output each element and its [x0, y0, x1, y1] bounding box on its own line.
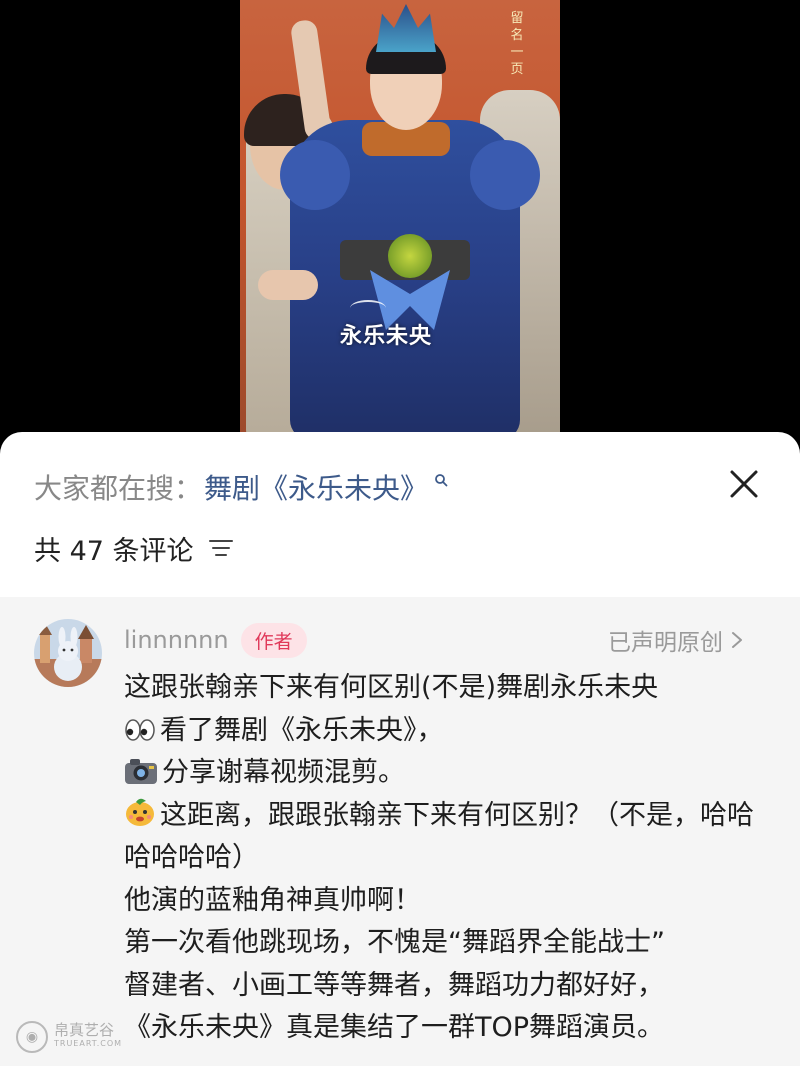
trending-search-prefix: 大家都在搜： — [34, 472, 203, 505]
watermark-text: 帛真艺谷 TRUEART.COM — [54, 1023, 122, 1051]
watermark-circle-icon: ◉ — [16, 1021, 48, 1053]
performer-shoulder-right — [470, 140, 540, 210]
video-player[interactable]: 留名一页 永乐未央 — [0, 0, 800, 440]
trending-search-query[interactable]: 舞剧《永乐未央》 — [204, 467, 428, 507]
comment-line-8: 《永乐未央》真是集结了一群TOP舞蹈演员。 — [124, 1012, 665, 1043]
comment-text: 这跟张翰亲下来有何区别(不是)舞剧永乐未央 看了舞剧《永乐未央》， 分享谢幕视频… — [124, 667, 764, 1050]
comment-line-1: 这跟张翰亲下来有何区别(不是)舞剧永乐未央 — [124, 672, 659, 703]
watermark-logo: ◉ 帛真艺谷 TRUEART.COM — [16, 1017, 122, 1057]
chevron-right-icon — [732, 632, 742, 648]
title-flourish — [350, 300, 386, 316]
video-side-caption: 留名一页 — [510, 11, 524, 77]
performer-belt-ornament — [388, 234, 432, 278]
avatar[interactable] — [34, 619, 102, 687]
author-badge: 作者 — [240, 622, 307, 658]
comments-sheet: 大家都在搜： 舞剧《永乐未央》 共 47 条评论 linnnnnn 作者 已声明… — [0, 432, 800, 1066]
performer-crown — [376, 4, 436, 52]
avatar-image — [34, 619, 102, 687]
eyes-emoji-icon — [125, 718, 155, 741]
comment-line-7: 督建者、小画工等等舞者，舞蹈功力都好好， — [124, 969, 664, 1001]
comment-count: 共 47 条评论 — [34, 535, 194, 567]
comment-line-2-text: 看了舞剧《永乐未央》， — [160, 714, 444, 746]
comment-line-3-text: 分享谢幕视频混剪。 — [162, 757, 405, 788]
comment-line-2: 看了舞剧《永乐未央》， — [124, 710, 764, 753]
original-claim-link[interactable]: 已声明原创 — [608, 621, 743, 659]
performer-shoulder-left — [280, 140, 350, 210]
author-name[interactable]: linnnnnn — [124, 626, 229, 654]
comment-count-row: 共 47 条评论 — [34, 528, 234, 568]
close-icon[interactable] — [722, 462, 766, 506]
held-hands — [258, 270, 318, 300]
watermark-cn: 帛真艺谷 — [54, 1021, 115, 1039]
watermark-en: TRUEART.COM — [54, 1039, 123, 1048]
mango-face-emoji-icon — [126, 798, 154, 826]
comment-line-5: 他演的蓝釉角神真帅啊！ — [124, 884, 421, 916]
comment-line-6: 第一次看他跳现场，不愧是“舞蹈界全能战士” — [124, 927, 665, 958]
trending-search[interactable]: 大家都在搜： 舞剧《永乐未央》 — [34, 464, 448, 510]
original-claim-label: 已声明原创 — [608, 630, 723, 656]
video-overlay-title: 永乐未央 — [340, 323, 433, 349]
video-frame[interactable]: 留名一页 永乐未央 — [240, 0, 560, 440]
author-row: linnnnnn 作者 — [124, 621, 307, 659]
comment-line-4: 这距离，跟跟张翰亲下来有何区别？（不是，哈哈哈哈哈哈） — [124, 795, 764, 880]
comment-item: linnnnnn 作者 已声明原创 这跟张翰亲下来有何区别(不是)舞剧永乐未央 … — [0, 597, 800, 1066]
comment-line-4-text: 这距离，跟跟张翰亲下来有何区别？（不是，哈哈哈哈哈哈） — [124, 799, 754, 874]
comment-line-3: 分享谢幕视频混剪。 — [124, 752, 764, 795]
search-icon[interactable] — [434, 473, 448, 487]
sort-icon[interactable] — [208, 537, 234, 559]
camera-emoji-icon — [125, 759, 157, 784]
